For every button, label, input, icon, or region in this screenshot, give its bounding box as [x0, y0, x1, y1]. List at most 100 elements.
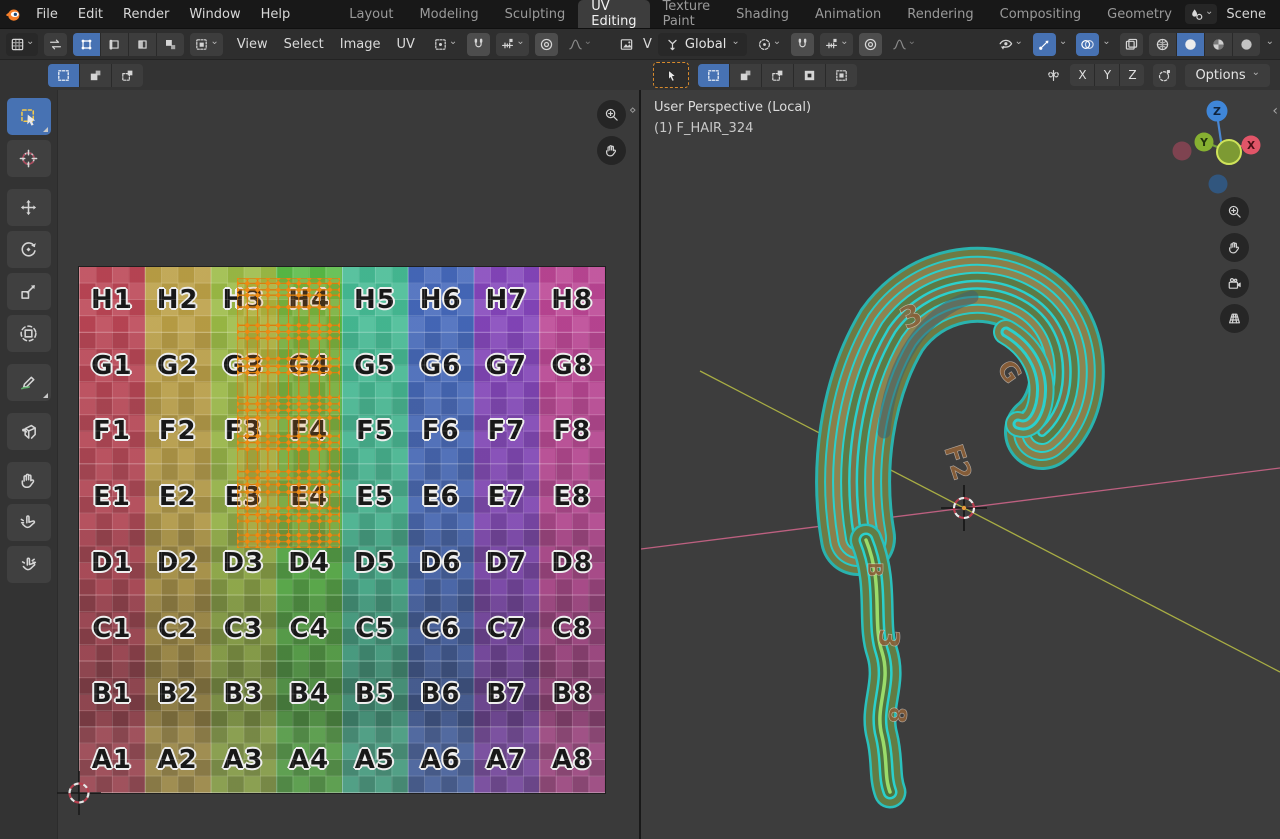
chevron-down-icon[interactable]: ⌄	[1266, 37, 1274, 47]
magnifier-icon	[1227, 204, 1242, 219]
tab-sculpting[interactable]: Sculpting	[492, 0, 579, 28]
tab-shading[interactable]: Shading	[723, 0, 802, 28]
clipped-view-menu[interactable]: V	[643, 37, 652, 52]
tab-geometry[interactable]: Geometry	[1094, 0, 1185, 28]
menu-edit[interactable]: Edit	[68, 0, 113, 28]
uv-select-face-button[interactable]	[129, 33, 157, 56]
svg-text:B: B	[863, 562, 887, 577]
grid-cell-A8: A8	[539, 727, 605, 793]
tab-texture-paint[interactable]: Texture Paint	[650, 0, 724, 28]
select-subtract-button[interactable]	[112, 64, 143, 87]
magnet-icon	[795, 37, 810, 52]
tab-animation[interactable]: Animation	[802, 0, 894, 28]
sticky-selection-dropdown[interactable]: ⌄	[190, 33, 222, 56]
tab-rendering[interactable]: Rendering	[894, 0, 986, 28]
uv-menu-image[interactable]: Image	[332, 37, 389, 52]
select-extend-button[interactable]	[80, 64, 112, 87]
navigation-gizmo[interactable]: ZYX	[1161, 95, 1271, 200]
viewport-pan-button[interactable]	[1220, 233, 1249, 262]
uv-select-vertex-button[interactable]	[73, 33, 101, 56]
move-tool[interactable]	[7, 189, 51, 226]
transform-tool[interactable]	[7, 315, 51, 352]
xray-toggle[interactable]	[1120, 33, 1143, 56]
pivot-point-dropdown[interactable]: ⌄	[753, 33, 785, 56]
pane-divider[interactable]	[639, 28, 641, 839]
grab-tool[interactable]	[7, 462, 51, 499]
tab-layout[interactable]: Layout	[336, 0, 406, 28]
select-set-button[interactable]	[48, 64, 80, 87]
scene-selector: ⌄ Scene	[1185, 4, 1280, 24]
uv-snap-with-dropdown[interactable]: ⌄	[496, 33, 528, 56]
cursor-tool[interactable]	[7, 140, 51, 177]
pinch-tool[interactable]	[7, 546, 51, 583]
menu-help[interactable]: Help	[251, 0, 301, 28]
snap-with-dropdown[interactable]: ⌄	[820, 33, 852, 56]
proportional-edit-toggle[interactable]	[859, 33, 882, 56]
select-intersect-button[interactable]	[826, 64, 857, 87]
tab-modeling[interactable]: Modeling	[406, 0, 491, 28]
uv-menu-uv[interactable]: UV	[388, 37, 422, 52]
grid-cell-label: A8	[552, 745, 592, 775]
rotate-tool[interactable]	[7, 231, 51, 268]
uv-select-edge-button[interactable]	[101, 33, 129, 56]
sidebar-collapse-arrow[interactable]: ‹	[1272, 103, 1278, 119]
transform-orientation-dropdown[interactable]: Global ⌄	[658, 33, 747, 56]
rip-region-tool[interactable]	[7, 413, 51, 450]
select-invert-button[interactable]	[794, 64, 826, 87]
editor-type-button[interactable]: ⌄	[6, 33, 38, 56]
grid-cell-F2: F2	[145, 399, 211, 465]
object-visibility-dropdown[interactable]: ⌄	[994, 33, 1026, 56]
uv-proportional-edit-toggle[interactable]	[535, 33, 558, 56]
uv-pivot-dropdown[interactable]: ⌄	[429, 33, 461, 56]
active-tool-button[interactable]	[653, 62, 689, 88]
scale-tool[interactable]	[7, 273, 51, 310]
menu-file[interactable]: File	[26, 0, 68, 28]
uv-menu-view[interactable]: View	[229, 37, 276, 52]
uv-snap-toggle[interactable]	[467, 33, 490, 56]
tab-compositing[interactable]: Compositing	[987, 0, 1095, 28]
relax-tool[interactable]	[7, 504, 51, 541]
snap-base-button[interactable]	[1153, 64, 1176, 87]
scene-browse-button[interactable]: ⌄	[1185, 4, 1217, 24]
select-extend-button[interactable]	[730, 64, 762, 87]
uv-menu-select[interactable]: Select	[276, 37, 332, 52]
shading-wireframe-button[interactable]	[1149, 33, 1177, 56]
show-overlays-toggle[interactable]	[1076, 33, 1099, 56]
shading-material-button[interactable]	[1205, 33, 1233, 56]
mirror-axis-z[interactable]: Z	[1120, 64, 1144, 86]
chevron-down-icon[interactable]: ⌄	[1056, 37, 1070, 47]
select-box-tool[interactable]	[7, 98, 51, 135]
menu-window[interactable]: Window	[179, 0, 250, 28]
mirror-icon[interactable]	[1046, 68, 1061, 83]
image-browse-button[interactable]	[615, 33, 638, 56]
pane-resize-handle[interactable]: ‹›	[629, 103, 633, 118]
mirror-axis-x[interactable]: X	[1070, 64, 1095, 86]
mirror-axis-y[interactable]: Y	[1095, 64, 1120, 86]
uv-pan-button[interactable]	[597, 136, 626, 165]
select-set-button[interactable]	[698, 64, 730, 87]
uv-2d-cursor[interactable]	[57, 771, 101, 815]
options-dropdown[interactable]: Options ⌄	[1185, 64, 1270, 87]
viewport-camera-button[interactable]	[1220, 269, 1249, 298]
uv-sync-selection-toggle[interactable]	[44, 33, 67, 56]
chevron-down-icon[interactable]: ⌄	[1099, 37, 1113, 47]
menu-render[interactable]: Render	[113, 0, 179, 28]
sticky-selection-icon	[194, 37, 209, 52]
viewport-scene[interactable]: 3GF2B38	[641, 90, 1280, 839]
falloff-dropdown[interactable]: ⌄	[888, 33, 920, 56]
select-subtract-button[interactable]	[762, 64, 794, 87]
uv-zoom-button[interactable]	[597, 100, 626, 129]
viewport-zoom-button[interactable]	[1220, 197, 1249, 226]
tab-uv-editing[interactable]: UV Editing	[578, 0, 649, 28]
viewport-ortho-button[interactable]	[1220, 304, 1249, 333]
uv-select-island-button[interactable]	[157, 33, 184, 56]
snap-toggle[interactable]	[791, 33, 814, 56]
blender-logo-icon[interactable]	[0, 7, 26, 22]
shading-rendered-button[interactable]	[1233, 33, 1260, 56]
annotate-tool[interactable]	[7, 364, 51, 401]
grid-cell-label: G5	[354, 351, 395, 381]
uv-falloff-dropdown[interactable]: ⌄	[564, 33, 596, 56]
shading-solid-button[interactable]	[1177, 33, 1205, 56]
uv-island-selection[interactable]	[237, 278, 340, 548]
show-gizmo-toggle[interactable]	[1033, 33, 1056, 56]
